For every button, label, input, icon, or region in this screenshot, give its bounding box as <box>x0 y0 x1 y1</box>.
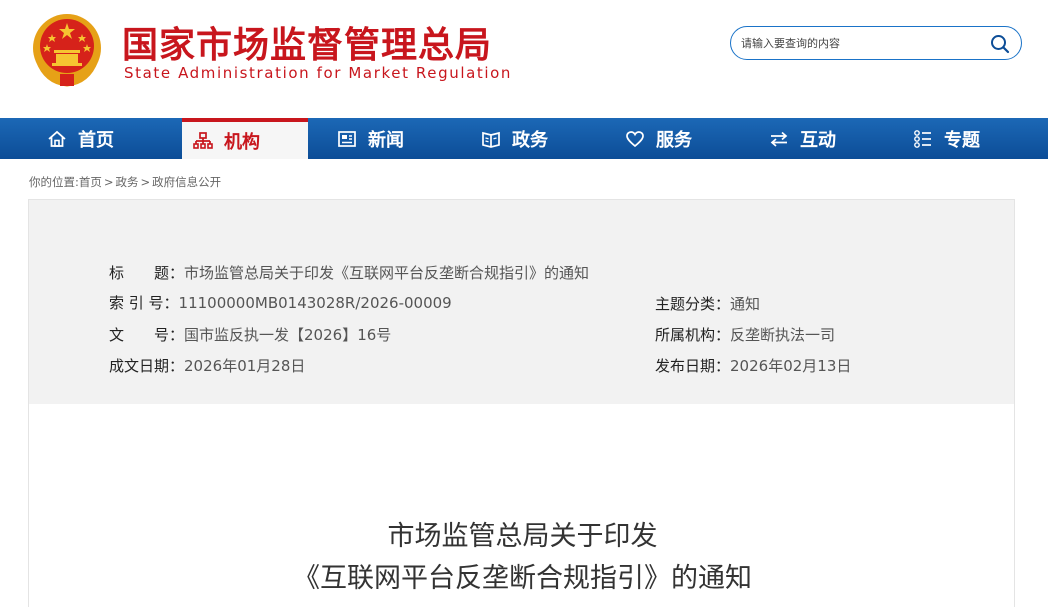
meta-created-key: 成文日期： <box>109 357 185 375</box>
site-header: 国家市场监督管理总局 State Administration for Mark… <box>0 0 1048 118</box>
meta-created-row: 成文日期：2026年01月28日 <box>109 355 305 376</box>
nav-item-topics[interactable]: 专题 <box>912 118 980 159</box>
search-icon[interactable] <box>989 33 1011 55</box>
search-box <box>730 26 1022 60</box>
nav-label: 首页 <box>78 129 114 151</box>
nav-item-home[interactable]: 首页 <box>46 118 114 159</box>
nav-label: 机构 <box>224 131 260 153</box>
meta-org-row: 所属机构：反垄断执法一司 <box>655 324 835 345</box>
breadcrumb-prefix: 你的位置: <box>29 175 79 189</box>
meta-index-key: 索 引 号： <box>109 294 179 312</box>
meta-org-value: 反垄断执法一司 <box>730 326 836 344</box>
nav-label: 专题 <box>944 129 980 151</box>
national-emblem-icon[interactable] <box>30 12 104 88</box>
nav-item-interact[interactable]: 互动 <box>768 118 836 159</box>
meta-docno-key: 文 号： <box>109 326 185 344</box>
nav-item-service[interactable]: 服务 <box>624 118 692 159</box>
nav-item-news[interactable]: 新闻 <box>336 118 404 159</box>
meta-category-value: 通知 <box>730 295 761 313</box>
breadcrumb: 你的位置:首页 > 政务 > 政府信息公开 <box>29 174 221 190</box>
meta-category-key: 主题分类： <box>655 295 731 313</box>
site-title-en[interactable]: State Administration for Market Regulati… <box>124 64 512 82</box>
meta-org-key: 所属机构： <box>655 326 731 344</box>
list-icon <box>912 128 934 150</box>
news-icon <box>336 128 358 150</box>
exchange-icon <box>768 128 790 150</box>
article-body: 市场监管总局关于印发 《互联网平台反垄断合规指引》的通知 <box>28 404 1015 607</box>
site-title-cn[interactable]: 国家市场监督管理总局 <box>122 16 492 68</box>
meta-title-value: 市场监管总局关于印发《互联网平台反垄断合规指引》的通知 <box>184 264 590 282</box>
breadcrumb-separator: > <box>140 175 151 189</box>
meta-category-row: 主题分类：通知 <box>655 293 760 314</box>
book-icon <box>480 128 502 150</box>
meta-published-key: 发布日期： <box>655 357 731 375</box>
org-chart-icon <box>192 130 214 152</box>
article-title-line1: 市场监管总局关于印发 <box>387 521 658 552</box>
breadcrumb-gov-info[interactable]: 政府信息公开 <box>152 175 221 189</box>
search-input[interactable] <box>741 33 981 53</box>
nav-label: 互动 <box>800 129 836 151</box>
meta-docno-row: 文 号：国市监反执一发【2026】16号 <box>109 324 391 345</box>
meta-index-row: 索 引 号：11100000MB0143028R/2026-00009 <box>109 292 452 313</box>
breadcrumb-home[interactable]: 首页 <box>79 175 102 189</box>
nav-item-affairs[interactable]: 政务 <box>480 118 548 159</box>
main-nav: 首页 机构 新闻 政务 服务 互动 专题 <box>0 118 1048 159</box>
meta-published-row: 发布日期：2026年02月13日 <box>655 355 851 376</box>
nav-label: 新闻 <box>368 129 404 151</box>
breadcrumb-affairs[interactable]: 政务 <box>116 175 139 189</box>
meta-index-value: 11100000MB0143028R/2026-00009 <box>178 294 452 312</box>
home-icon <box>46 128 68 150</box>
nav-label: 服务 <box>656 129 692 151</box>
meta-title-key: 标 题： <box>109 264 185 282</box>
meta-title-row: 标 题：市场监管总局关于印发《互联网平台反垄断合规指引》的通知 <box>109 262 589 283</box>
article-title-line2: 《互联网平台反垄断合规指引》的通知 <box>293 563 752 594</box>
heart-icon <box>624 128 646 150</box>
meta-published-value: 2026年02月13日 <box>730 357 852 375</box>
nav-label: 政务 <box>512 129 548 151</box>
nav-item-org[interactable]: 机构 <box>182 118 308 159</box>
document-meta-box: 标 题：市场监管总局关于印发《互联网平台反垄断合规指引》的通知 索 引 号：11… <box>28 199 1015 405</box>
breadcrumb-separator: > <box>103 175 114 189</box>
meta-docno-value: 国市监反执一发【2026】16号 <box>184 326 392 344</box>
meta-created-value: 2026年01月28日 <box>184 357 306 375</box>
